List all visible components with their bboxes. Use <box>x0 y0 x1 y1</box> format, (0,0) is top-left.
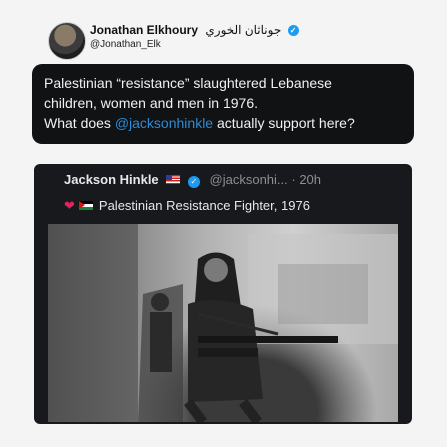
verified-badge-icon: ✓ <box>187 176 200 188</box>
quoted-tweet-caption: ❤ Palestinian Resistance Fighter, 1976 <box>64 198 310 214</box>
verified-badge-icon: ✓ <box>287 25 299 36</box>
author-name[interactable]: Jonathan Elkhoury جوناثان الخوري ✓ <box>90 23 299 37</box>
heart-icon: ❤ <box>64 198 75 213</box>
author-name-text: Jonathan Elkhoury <box>90 23 199 37</box>
quoted-photo[interactable] <box>48 224 398 422</box>
tweet-text-card: Palestinian “resistance” slaughtered Leb… <box>32 64 414 144</box>
mention-link[interactable]: @jacksonhinkle <box>115 115 213 131</box>
post-header: Jonathan Elkhoury جوناثان الخوري ✓ @Jona… <box>0 0 447 62</box>
quoted-tweet-header: Jackson Hinkle ✓ @jacksonhi... · 20h <box>64 172 321 188</box>
quoted-tweet-card[interactable]: Jackson Hinkle ✓ @jacksonhi... · 20h ❤ Pa… <box>34 164 412 424</box>
tweet-text: Palestinian “resistance” slaughtered Leb… <box>44 73 404 133</box>
tweet-line-1: Palestinian “resistance” slaughtered Leb… <box>44 75 332 91</box>
author-avatar[interactable] <box>48 22 86 60</box>
author-handle[interactable]: @Jonathan_Elk <box>90 39 161 50</box>
photo-scene <box>48 224 398 422</box>
palestine-flag-icon <box>78 201 93 210</box>
tweet-line-2: children, women and men in 1976. <box>44 95 259 111</box>
author-name-arabic: جوناثان الخوري <box>205 23 282 37</box>
quoted-caption-text: Palestinian Resistance Fighter, 1976 <box>98 198 310 213</box>
quoted-author-name[interactable]: Jackson Hinkle <box>64 172 159 187</box>
us-flag-icon <box>166 175 181 184</box>
tweet-line-3b: actually support here? <box>213 115 355 131</box>
tweet-line-3: What does @jacksonhinkle actually suppor… <box>44 113 404 133</box>
quoted-handle-time: @jacksonhi... · 20h <box>209 172 322 187</box>
tweet-line-3a: What does <box>44 115 115 131</box>
